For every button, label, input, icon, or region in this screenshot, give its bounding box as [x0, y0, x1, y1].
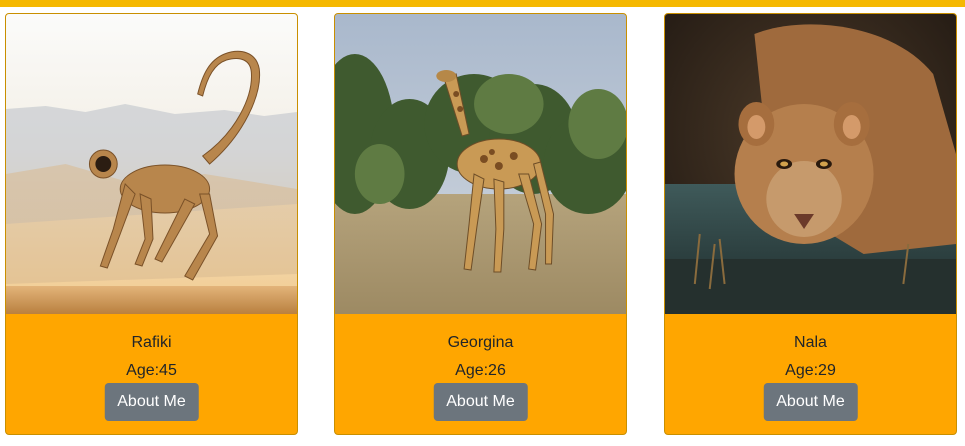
- giraffe-photo: [335, 14, 626, 314]
- about-me-button[interactable]: About Me: [763, 383, 858, 421]
- animal-name: Rafiki: [131, 334, 172, 351]
- animal-age: Age:45: [126, 362, 177, 379]
- lioness-photo: [665, 14, 956, 314]
- monkey-photo: [6, 14, 297, 314]
- card-body: Nala Age:29 About Me: [665, 314, 956, 434]
- animal-card: Georgina Age:26 About Me: [334, 13, 627, 435]
- animal-age: Age:26: [455, 362, 506, 379]
- animal-name: Georgina: [447, 334, 514, 351]
- card-body: Rafiki Age:45 About Me: [6, 314, 297, 434]
- animal-name: Nala: [794, 334, 827, 351]
- about-me-button[interactable]: About Me: [104, 383, 199, 421]
- animal-card-list: Rafiki Age:45 About Me Georgina Age:26 A…: [0, 13, 965, 437]
- animal-card: Rafiki Age:45 About Me: [5, 13, 298, 435]
- animal-age: Age:29: [785, 362, 836, 379]
- top-accent-bar: [0, 0, 965, 7]
- about-me-button[interactable]: About Me: [433, 383, 528, 421]
- card-body: Georgina Age:26 About Me: [335, 314, 626, 434]
- animal-card: Nala Age:29 About Me: [664, 13, 957, 435]
